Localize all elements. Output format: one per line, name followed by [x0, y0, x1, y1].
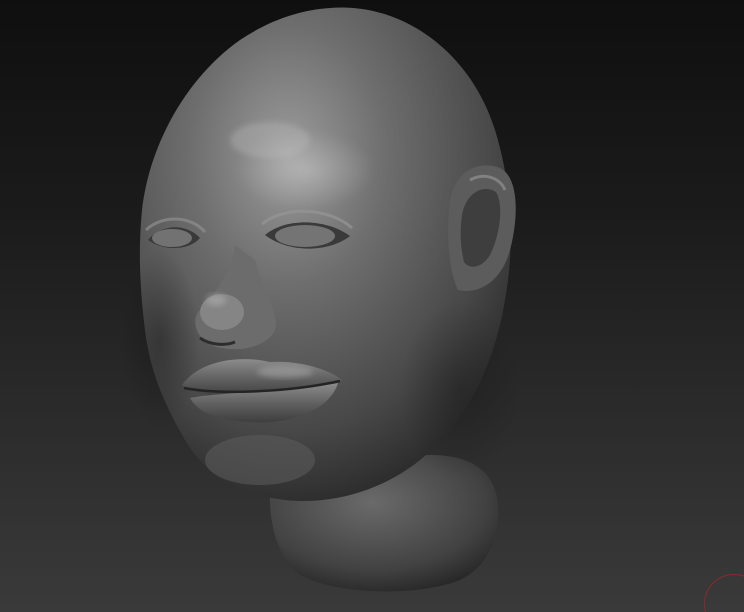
sculpted-head-model[interactable]: [0, 0, 744, 612]
chin: [205, 435, 315, 485]
sculpt-viewport[interactable]: [0, 0, 744, 612]
